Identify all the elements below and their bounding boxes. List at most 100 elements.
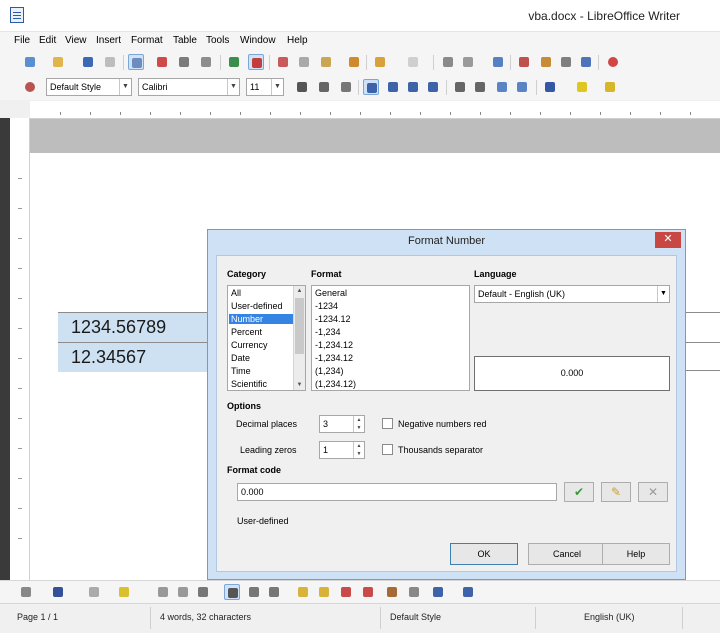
language-status[interactable]: English (UK) [584,612,635,622]
decrement-icon[interactable]: ▼ [353,450,364,458]
undo-icon[interactable] [372,54,388,70]
chevron-down-icon[interactable]: ▼ [657,286,669,302]
underline-icon[interactable] [338,79,354,95]
email-icon[interactable] [102,54,118,70]
paragraph-style-combo[interactable]: Default Style ▼ [46,78,132,96]
language-dropdown[interactable]: Default - English (UK) ▼ [474,285,670,303]
font-color-icon[interactable] [542,79,558,95]
insert-rows-icon[interactable] [295,584,311,600]
optimize-icon[interactable] [195,584,211,600]
menu-format[interactable]: Format [131,35,163,46]
hyperlink-icon[interactable] [440,54,456,70]
paste-icon[interactable] [318,54,334,70]
save-icon[interactable] [80,54,96,70]
sum-icon[interactable] [460,584,476,600]
format-code-input[interactable]: 0.000 [237,483,557,501]
scroll-down-icon[interactable]: ▼ [294,380,305,390]
align-top-icon[interactable] [224,584,240,600]
copy-icon[interactable] [296,54,312,70]
increment-icon[interactable]: ▲ [353,416,364,424]
redo-icon[interactable] [405,54,421,70]
page-indicator[interactable]: Page 1 / 1 [17,612,58,622]
cancel-button[interactable]: Cancel [528,543,606,565]
sidebar-toggle-icon[interactable] [22,79,38,95]
line-style-icon[interactable] [18,584,34,600]
page-style[interactable]: Default Style [390,612,441,622]
category-item[interactable]: Date [231,353,250,363]
category-item[interactable]: Scientific [231,379,267,389]
delete-format-button[interactable]: ✕ [638,482,668,502]
close-icon[interactable]: ✕ [655,232,681,248]
print-icon[interactable] [176,54,192,70]
split-cells-icon[interactable] [175,584,191,600]
category-item[interactable]: All [231,288,241,298]
table-borders-icon[interactable] [86,584,102,600]
decimal-places-stepper[interactable]: 3 ▲ ▼ [319,415,365,433]
background-color-icon[interactable] [602,79,618,95]
border-icon[interactable] [50,584,66,600]
cut-icon[interactable] [275,54,291,70]
spellcheck-icon[interactable] [226,54,242,70]
indent-icon[interactable] [494,79,510,95]
bold-icon[interactable] [294,79,310,95]
decrement-icon[interactable]: ▼ [353,424,364,432]
italic-icon[interactable] [316,79,332,95]
category-item[interactable]: Time [231,366,251,376]
format-item[interactable]: (1,234) [315,366,344,376]
number-format-icon[interactable] [430,584,446,600]
menu-help[interactable]: Help [287,35,308,46]
clone-formatting-icon[interactable] [346,54,362,70]
insert-image-icon[interactable] [490,54,506,70]
menu-window[interactable]: Window [240,35,276,46]
scroll-up-icon[interactable]: ▲ [294,286,305,296]
thousands-separator-checkbox[interactable] [382,444,393,455]
table-properties-icon[interactable] [406,584,422,600]
edit-comment-button[interactable]: ✎ [601,482,631,502]
insert-columns-icon[interactable] [316,584,332,600]
align-center-icon[interactable] [385,79,401,95]
vertical-ruler[interactable] [10,118,30,580]
increment-icon[interactable]: ▲ [353,442,364,450]
formatting-marks-icon[interactable] [578,54,594,70]
menu-tools[interactable]: Tools [206,35,229,46]
export-pdf-icon[interactable] [154,54,170,70]
font-size-combo[interactable]: 11 ▼ [246,78,284,96]
menu-file[interactable]: File [14,35,30,46]
font-name-combo[interactable]: Calibri ▼ [138,78,240,96]
category-scrollbar[interactable]: ▲ ▼ [293,286,305,390]
category-item[interactable]: Percent [231,327,262,337]
format-item[interactable]: General [315,288,347,298]
horizontal-ruler[interactable] [30,101,720,119]
edit-mode-icon[interactable] [128,54,144,70]
word-count[interactable]: 4 words, 32 characters [160,612,251,622]
table-cell[interactable]: 1234.56789 [58,313,208,342]
leading-zeros-stepper[interactable]: 1 ▲ ▼ [319,441,365,459]
help-icon[interactable] [605,54,621,70]
menu-edit[interactable]: Edit [39,35,56,46]
textbox-icon[interactable] [538,54,554,70]
align-left-icon[interactable] [363,79,379,95]
format-item[interactable]: -1,234.12 [315,353,353,363]
justify-icon[interactable] [425,79,441,95]
format-item[interactable]: -1234 [315,301,338,311]
chevron-down-icon[interactable]: ▼ [271,79,283,95]
category-item[interactable]: Currency [231,340,268,350]
chart-icon[interactable] [516,54,532,70]
align-bottom-icon[interactable] [266,584,282,600]
category-item-selected[interactable]: Number [229,314,295,324]
delete-columns-icon[interactable] [360,584,376,600]
menu-insert[interactable]: Insert [96,35,121,46]
outdent-icon[interactable] [514,79,530,95]
delete-rows-icon[interactable] [338,584,354,600]
align-right-icon[interactable] [405,79,421,95]
bullets-icon[interactable] [472,79,488,95]
numbering-icon[interactable] [452,79,468,95]
open-file-icon[interactable] [50,54,66,70]
select-table-icon[interactable] [384,584,400,600]
table-cell[interactable]: 12.34567 [58,343,208,372]
merge-cells-icon[interactable] [155,584,171,600]
highlight-color-icon[interactable] [574,79,590,95]
format-item[interactable]: -1,234.12 [315,340,353,350]
menu-table[interactable]: Table [173,35,197,46]
format-item[interactable]: -1,234 [315,327,341,337]
